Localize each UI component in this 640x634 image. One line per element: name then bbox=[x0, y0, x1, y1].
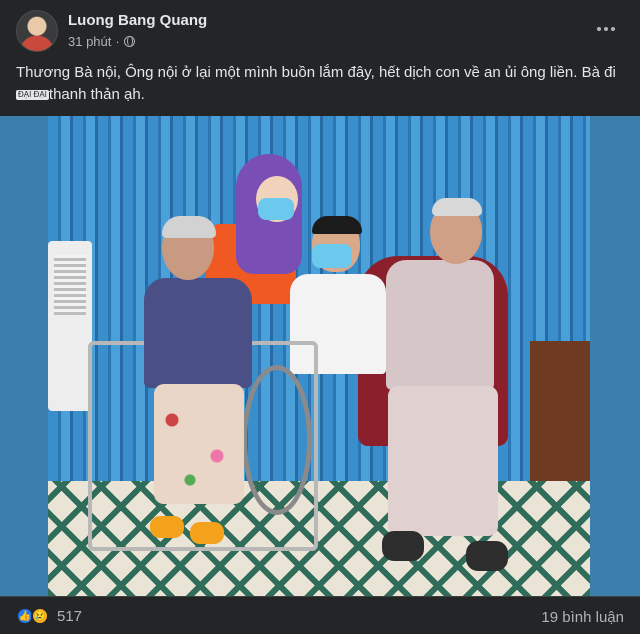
air-cooler bbox=[48, 241, 92, 411]
grandmother-jacket bbox=[144, 278, 252, 388]
author-name[interactable]: Luong Bang Quang bbox=[68, 12, 207, 29]
post-footer: 👍 😢 517 19 bình luận bbox=[0, 596, 640, 634]
post-time[interactable]: 31 phút bbox=[68, 34, 111, 49]
side-table bbox=[530, 341, 590, 501]
family-photo bbox=[48, 116, 590, 596]
slipper bbox=[382, 531, 424, 561]
post-header: Luong Bang Quang 31 phút · bbox=[16, 10, 624, 54]
caption-text-2: thanh thản ạh. bbox=[48, 86, 145, 103]
post-meta: 31 phút · bbox=[68, 34, 135, 49]
grandmother bbox=[128, 216, 268, 576]
sandal bbox=[150, 516, 184, 538]
dot-icon bbox=[597, 27, 601, 31]
grandfather-hair bbox=[432, 198, 482, 216]
floral-pants bbox=[154, 384, 244, 504]
grandfather-shirt bbox=[386, 260, 494, 390]
reactions-summary[interactable]: 👍 😢 517 bbox=[16, 607, 82, 625]
slipper bbox=[466, 541, 508, 571]
caption-text-1: Thương Bà nội, Ông nội ở lại một mình bu… bbox=[16, 64, 616, 81]
facebook-post: Luong Bang Quang 31 phút · Thương Bà nội… bbox=[0, 0, 640, 633]
globe-icon bbox=[123, 36, 135, 47]
reaction-count: 517 bbox=[57, 607, 83, 625]
post-caption: Thương Bà nội, Ông nội ở lại một mình bu… bbox=[16, 62, 624, 106]
face-mask bbox=[312, 244, 352, 268]
grandmother-hair bbox=[162, 216, 216, 238]
post-photo[interactable] bbox=[0, 116, 640, 596]
dot-icon bbox=[611, 27, 615, 31]
sad-icon: 😢 bbox=[31, 607, 49, 625]
grandson-hair bbox=[312, 216, 362, 234]
avatar[interactable] bbox=[16, 10, 58, 52]
grandfather-pants bbox=[388, 386, 498, 536]
more-options-button[interactable] bbox=[588, 14, 624, 44]
sandal bbox=[190, 522, 224, 544]
caption-sticker: ĐẠI ĐẠI bbox=[16, 90, 49, 101]
dot-icon bbox=[604, 27, 608, 31]
comment-count-link[interactable]: 19 bình luận bbox=[541, 609, 624, 626]
dot-separator: · bbox=[115, 34, 120, 49]
